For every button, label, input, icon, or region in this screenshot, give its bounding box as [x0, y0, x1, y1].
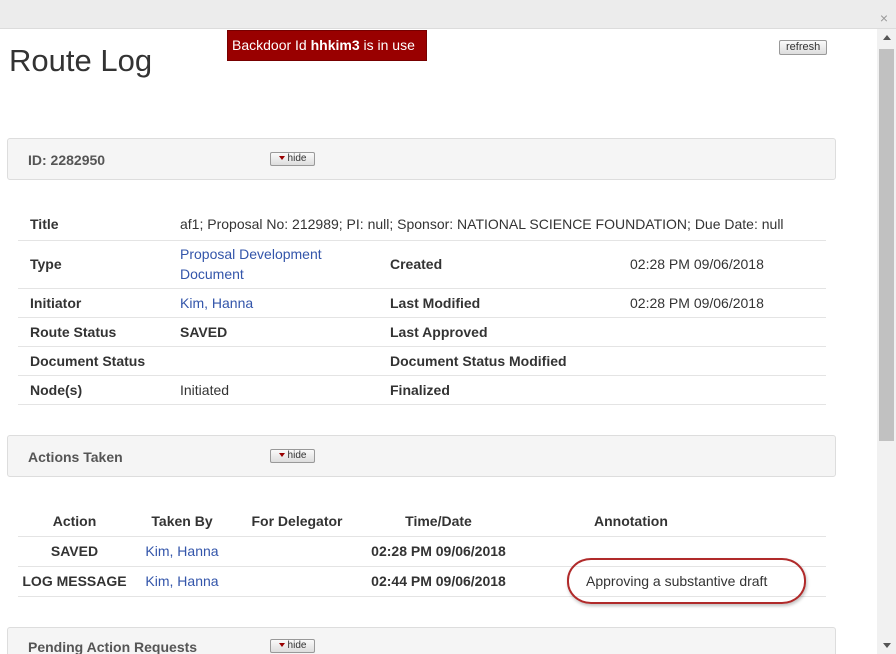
route-log-content: Route Log Backdoor Id hhkim3 is in use r… [0, 29, 877, 654]
document-status-value [168, 346, 378, 376]
last-approved-label: Last Approved [378, 317, 618, 347]
actions-taken-header: Actions Taken hide [7, 435, 836, 477]
type-label: Type [18, 240, 168, 289]
nodes-value: Initiated [168, 375, 378, 405]
last-approved-value [618, 317, 826, 347]
document-status-modified-label: Document Status Modified [378, 346, 618, 376]
column-header-time-date: Time/Date [361, 507, 516, 537]
hide-actions-button[interactable]: hide [270, 449, 315, 463]
annotation-highlight-oval [567, 558, 806, 604]
actions-taken-title: Actions Taken [28, 449, 123, 465]
finalized-label: Finalized [378, 375, 618, 405]
triangle-down-icon [278, 453, 285, 457]
action-cell: SAVED [18, 536, 131, 567]
document-status-modified-value [618, 346, 826, 376]
last-modified-value: 02:28 PM 09/06/2018 [618, 288, 826, 318]
column-header-for-delegator: For Delegator [233, 507, 361, 537]
document-info-table: Title af1; Proposal No: 212989; PI: null… [18, 209, 826, 405]
close-icon[interactable]: × [880, 11, 888, 25]
time-date-cell: 02:44 PM 09/06/2018 [361, 566, 516, 597]
route-status-value: SAVED [168, 317, 378, 347]
taken-by-link[interactable]: Kim, Hanna [131, 566, 233, 597]
scroll-up-arrow-icon[interactable] [883, 35, 891, 40]
hide-pending-button[interactable]: hide [270, 639, 315, 653]
for-delegator-cell [233, 566, 361, 597]
document-id: ID: 2282950 [28, 152, 106, 168]
id-section-header: ID: 2282950 hide [7, 138, 836, 180]
route-status-label: Route Status [18, 317, 168, 347]
scroll-down-arrow-icon[interactable] [883, 643, 891, 648]
title-value: af1; Proposal No: 212989; PI: null; Spon… [168, 209, 826, 241]
pending-action-requests-title: Pending Action Requests [28, 639, 198, 654]
column-header-annotation: Annotation [516, 507, 826, 537]
time-date-cell: 02:28 PM 09/06/2018 [361, 536, 516, 567]
triangle-down-icon [278, 156, 285, 160]
taken-by-link[interactable]: Kim, Hanna [131, 536, 233, 567]
hide-id-section-button[interactable]: hide [270, 152, 315, 166]
backdoor-user: hhkim3 [310, 37, 360, 53]
pending-action-requests-header: Pending Action Requests hide [7, 627, 836, 654]
for-delegator-cell [233, 536, 361, 567]
created-label: Created [378, 240, 618, 289]
finalized-value [618, 375, 826, 405]
type-link[interactable]: Proposal Development Document [168, 240, 378, 289]
title-label: Title [18, 209, 168, 241]
triangle-down-icon [278, 643, 285, 647]
initiator-label: Initiator [18, 288, 168, 318]
initiator-link[interactable]: Kim, Hanna [168, 288, 378, 318]
page-title: Route Log [9, 43, 153, 78]
nodes-label: Node(s) [18, 375, 168, 405]
vertical-scrollbar[interactable] [877, 29, 896, 654]
action-cell: LOG MESSAGE [18, 566, 131, 597]
document-status-label: Document Status [18, 346, 168, 376]
scroll-thumb[interactable] [879, 49, 894, 441]
refresh-button[interactable]: refresh [779, 40, 828, 55]
last-modified-label: Last Modified [378, 288, 618, 318]
column-header-taken-by: Taken By [131, 507, 233, 537]
backdoor-banner: Backdoor Id hhkim3 is in use [227, 30, 427, 61]
column-header-action: Action [18, 507, 131, 537]
window-titlebar: × [0, 0, 896, 29]
created-value: 02:28 PM 09/06/2018 [618, 240, 826, 289]
